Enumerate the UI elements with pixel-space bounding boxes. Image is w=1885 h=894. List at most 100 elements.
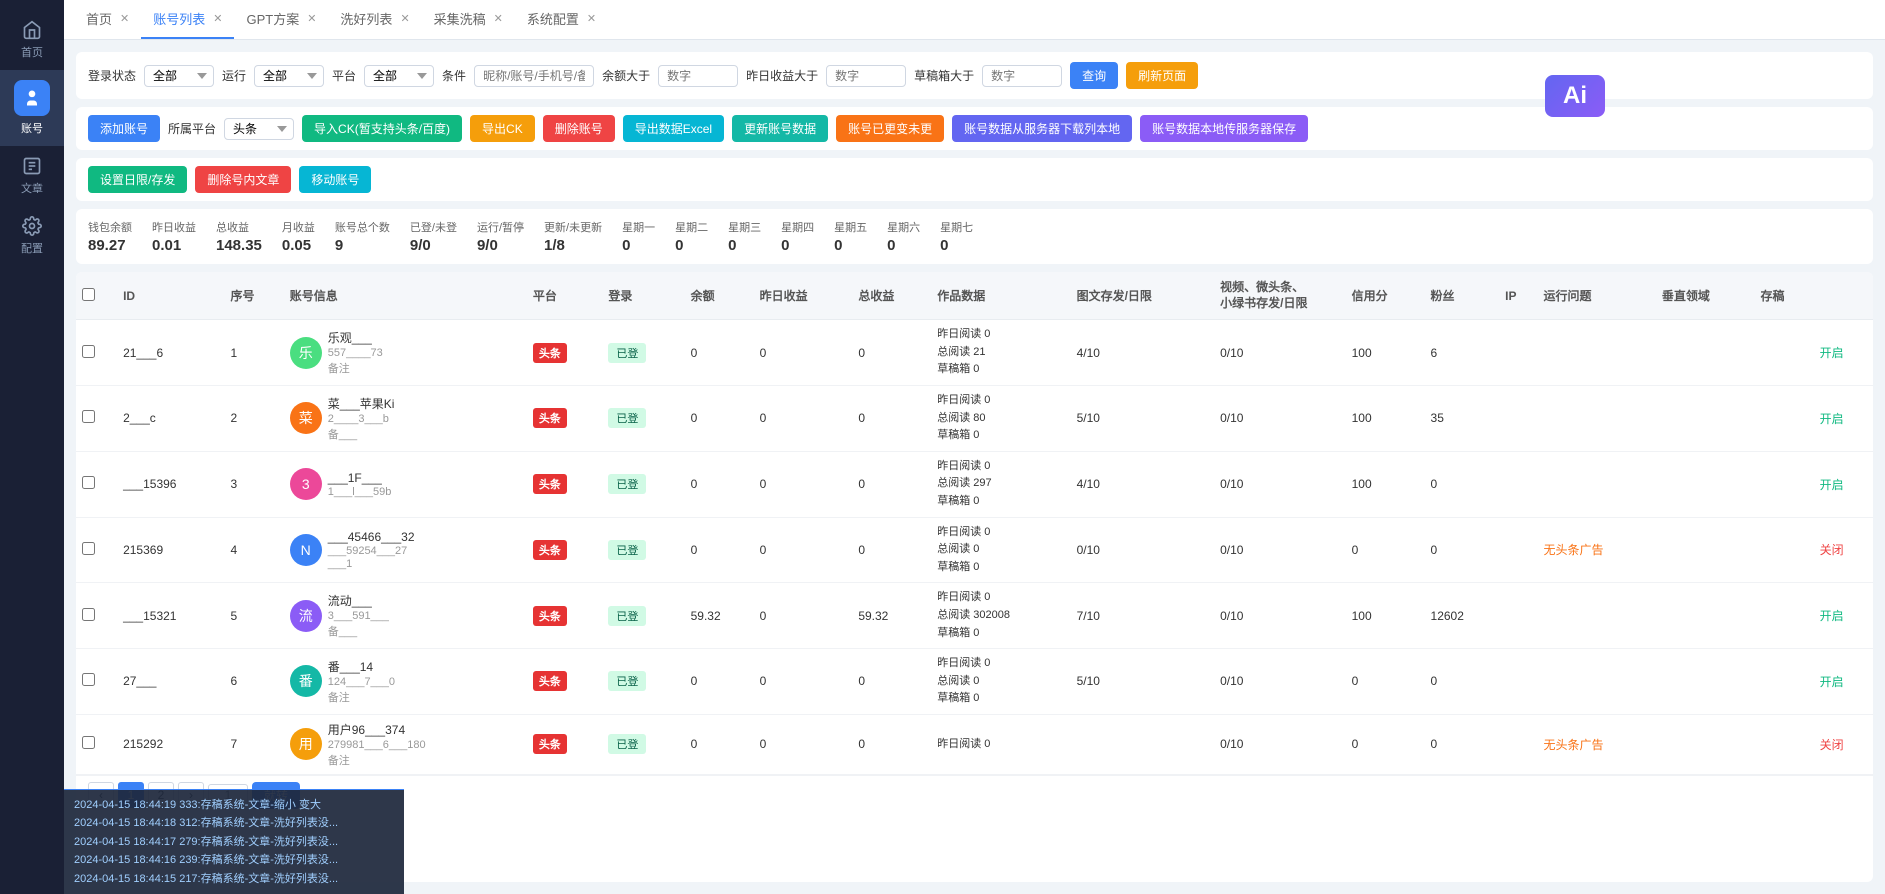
row-seq: 4 xyxy=(225,517,284,583)
tab-wash-list[interactable]: 洗好列表 ✕ xyxy=(328,0,421,39)
sidebar-home-label: 首页 xyxy=(21,44,43,60)
table-row: ___15396 3 3 ___1F___ 1___l___59b 头条 已登 … xyxy=(76,451,1873,517)
row-seq: 7 xyxy=(225,714,284,774)
row-select-checkbox[interactable] xyxy=(82,542,95,555)
tab-wash-list-close[interactable]: ✕ xyxy=(400,12,409,25)
row-checkbox xyxy=(76,714,117,774)
refresh-button[interactable]: 刷新页面 xyxy=(1126,62,1198,89)
delete-account-button[interactable]: 删除账号 xyxy=(543,115,615,142)
tab-collect-close[interactable]: ✕ xyxy=(494,12,503,25)
row-balance: 0 xyxy=(685,714,754,774)
sidebar-item-config[interactable]: 配置 xyxy=(0,206,64,266)
yesterday-input[interactable] xyxy=(826,65,906,87)
account-sub1: ___59254___27 xyxy=(328,545,415,557)
account-sub1: 1___l___59b xyxy=(328,486,392,498)
move-account-button[interactable]: 移动账号 xyxy=(299,166,371,193)
draft-label: 草稿箱大于 xyxy=(914,67,974,84)
col-balance: 余额 xyxy=(685,272,754,320)
mark-unchanged-button[interactable]: 账号已更变未更 xyxy=(836,115,944,142)
select-all-checkbox[interactable] xyxy=(82,288,95,301)
tab-home[interactable]: 首页 ✕ xyxy=(74,0,141,39)
row-yesterday: 0 xyxy=(754,320,853,386)
row-draft xyxy=(1754,583,1813,649)
row-fans: 35 xyxy=(1425,385,1500,451)
row-account-info: 3 ___1F___ 1___l___59b xyxy=(284,451,527,517)
row-id: ___15396 xyxy=(117,451,224,517)
account-platform-select[interactable]: 头条 xyxy=(224,118,294,140)
import-ck-button[interactable]: 导入CK(暂支持头条/百度) xyxy=(302,115,462,142)
row-login: 已登 xyxy=(602,385,684,451)
search-button[interactable]: 查询 xyxy=(1070,62,1118,89)
tab-collect[interactable]: 采集洗稿 ✕ xyxy=(422,0,515,39)
export-excel-button[interactable]: 导出数据Excel xyxy=(623,115,724,142)
set-limit-button[interactable]: 设置日限/存发 xyxy=(88,166,187,193)
balance-input[interactable] xyxy=(658,65,738,87)
row-vertical xyxy=(1656,714,1755,774)
col-vertical: 垂直领域 xyxy=(1656,272,1755,320)
sidebar-item-home[interactable]: 首页 xyxy=(0,10,64,70)
col-seq: 序号 xyxy=(225,272,284,320)
row-yesterday: 0 xyxy=(754,517,853,583)
draft-input[interactable] xyxy=(982,65,1062,87)
add-account-button[interactable]: 添加账号 xyxy=(88,115,160,142)
tab-account-list[interactable]: 账号列表 ✕ xyxy=(141,0,234,39)
row-select-checkbox[interactable] xyxy=(82,345,95,358)
avatar: 菜 xyxy=(290,402,322,434)
export-ck-button[interactable]: 导出CK xyxy=(470,115,535,142)
login-badge: 已登 xyxy=(608,671,646,691)
table-row: 21___6 1 乐 乐观___ 557____73 备注 头条 已登 0 0 … xyxy=(76,320,1873,386)
row-total: 0 xyxy=(852,320,931,386)
download-local-button[interactable]: 账号数据从服务器下载列本地 xyxy=(952,115,1132,142)
login-status-select[interactable]: 全部 xyxy=(144,65,214,87)
stat-logged: 已登/未登 9/0 xyxy=(410,219,457,254)
run-select[interactable]: 全部 xyxy=(254,65,324,87)
row-issue xyxy=(1537,451,1655,517)
tab-gpt[interactable]: GPT方案 ✕ xyxy=(234,0,328,39)
row-fans: 0 xyxy=(1425,714,1500,774)
row-vertical xyxy=(1656,649,1755,715)
row-select-checkbox[interactable] xyxy=(82,673,95,686)
col-img-post: 图文存发/日限 xyxy=(1071,272,1215,320)
delete-content-button[interactable]: 删除号内文章 xyxy=(195,166,291,193)
tab-system-config-close[interactable]: ✕ xyxy=(587,12,596,25)
tab-gpt-label: GPT方案 xyxy=(246,9,299,28)
sidebar-item-article[interactable]: 文章 xyxy=(0,146,64,206)
row-total: 0 xyxy=(852,649,931,715)
update-data-button[interactable]: 更新账号数据 xyxy=(732,115,828,142)
platform-select[interactable]: 全部 xyxy=(364,65,434,87)
row-issue xyxy=(1537,583,1655,649)
row-video-post: 0/10 xyxy=(1214,385,1345,451)
tab-system-config[interactable]: 系统配置 ✕ xyxy=(515,0,608,39)
tab-gpt-close[interactable]: ✕ xyxy=(307,12,316,25)
upload-server-button[interactable]: 账号数据本地传服务器保存 xyxy=(1140,115,1308,142)
stat-sat: 星期六 0 xyxy=(887,219,920,254)
account-name: 用户96___374 xyxy=(328,721,426,738)
platform-badge: 头条 xyxy=(533,408,567,428)
col-login: 登录 xyxy=(602,272,684,320)
ai-badge[interactable]: Ai xyxy=(1545,75,1605,117)
log-panel: 2024-04-15 18:44:19 333:存稿系统-文章-缩小 变大202… xyxy=(64,789,404,894)
stat-thu-label: 星期四 xyxy=(781,219,814,235)
row-id: 27___ xyxy=(117,649,224,715)
col-works: 作品数据 xyxy=(931,272,1070,320)
row-ip xyxy=(1499,517,1537,583)
account-sub1: 2____3___b xyxy=(328,413,395,425)
row-total: 0 xyxy=(852,714,931,774)
tab-account-list-close[interactable]: ✕ xyxy=(213,12,222,25)
row-select-checkbox[interactable] xyxy=(82,736,95,749)
avatar: 乐 xyxy=(290,337,322,369)
stat-monthly-label: 月收益 xyxy=(282,219,315,235)
row-checkbox xyxy=(76,583,117,649)
sidebar-item-account[interactable]: 账号 xyxy=(0,70,64,146)
row-video-post: 0/10 xyxy=(1214,714,1345,774)
log-line: 2024-04-15 18:44:19 333:存稿系统-文章-缩小 变大 xyxy=(74,796,394,815)
condition-input[interactable] xyxy=(474,65,594,87)
row-select-checkbox[interactable] xyxy=(82,476,95,489)
row-ip xyxy=(1499,583,1537,649)
row-select-checkbox[interactable] xyxy=(82,608,95,621)
tab-home-close[interactable]: ✕ xyxy=(120,12,129,25)
table-row: 215369 4 N ___45466___32 ___59254___27 _… xyxy=(76,517,1873,583)
account-sub2: 备注 xyxy=(328,689,395,705)
row-select-checkbox[interactable] xyxy=(82,410,95,423)
row-draft xyxy=(1754,385,1813,451)
